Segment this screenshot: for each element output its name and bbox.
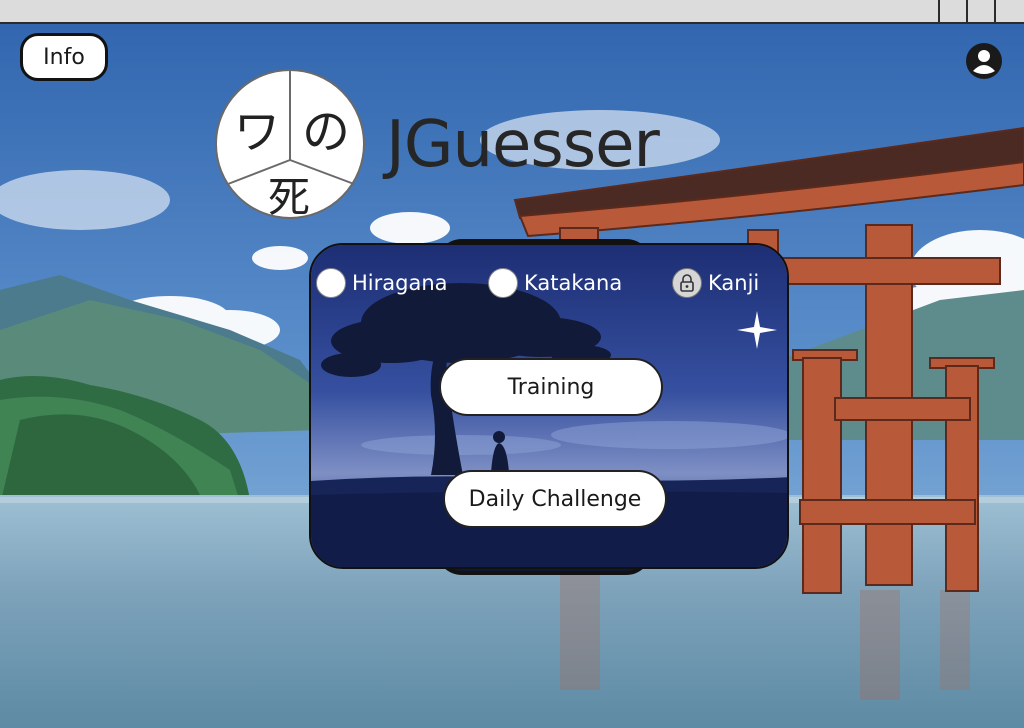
info-button-label: Info — [43, 44, 85, 70]
hiragana-label: Hiragana — [352, 271, 448, 295]
logo-char-no: の — [302, 104, 351, 160]
info-button[interactable]: Info — [20, 33, 108, 81]
window-control-divider — [938, 0, 940, 24]
window-control-divider — [966, 0, 968, 24]
app-title: JGuesser — [386, 108, 660, 182]
daily-challenge-button[interactable]: Daily Challenge — [443, 470, 667, 528]
option-kanji[interactable]: Kanji — [672, 268, 759, 298]
daily-challenge-button-label: Daily Challenge — [468, 486, 642, 512]
katakana-radio[interactable] — [488, 268, 518, 298]
option-hiragana[interactable]: Hiragana — [316, 268, 448, 298]
katakana-label: Katakana — [524, 271, 623, 295]
hiragana-radio[interactable] — [316, 268, 346, 298]
training-button[interactable]: Training — [439, 358, 663, 416]
kanji-label: Kanji — [708, 271, 760, 295]
user-account-icon[interactable] — [966, 43, 1002, 79]
logo-char-wa: ワ — [234, 105, 280, 159]
logo-char-shi: 死 — [268, 173, 311, 222]
lock-icon — [672, 268, 702, 298]
app-logo: ワ の 死 — [214, 66, 366, 222]
option-katakana[interactable]: Katakana — [488, 268, 622, 298]
window-titlebar — [0, 0, 1024, 24]
training-button-label: Training — [507, 374, 595, 400]
window-control-divider — [994, 0, 996, 24]
